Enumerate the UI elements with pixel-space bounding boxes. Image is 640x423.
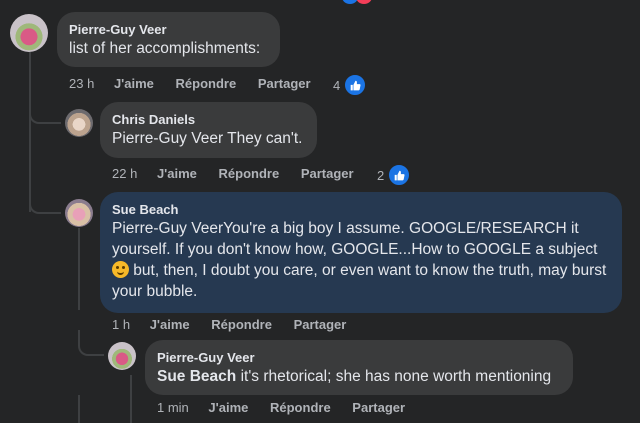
comment-author[interactable]: Pierre-Guy Veer	[157, 350, 561, 365]
comment-text: Pierre-Guy Veer They can't.	[112, 130, 303, 147]
previous-reaction-partial	[342, 0, 382, 4]
reaction-summary[interactable]: 2	[377, 163, 412, 187]
reply-button[interactable]: Répondre	[219, 166, 280, 181]
comment-timestamp[interactable]: 1 min	[157, 400, 189, 415]
thread-line-tail-2	[130, 375, 132, 423]
reply-actions: 1 h J'aime Répondre Partager	[112, 317, 364, 332]
like-button[interactable]: J'aime	[150, 317, 190, 332]
thread-elbow-2	[29, 190, 61, 214]
share-button[interactable]: Partager	[258, 76, 311, 91]
comment-author[interactable]: Chris Daniels	[112, 112, 305, 127]
reply-actions: 22 h J'aime Répondre Partager	[112, 166, 372, 181]
comment-actions: 23 h J'aime Répondre Partager	[69, 76, 329, 91]
mention-link[interactable]: Sue Beach	[157, 368, 236, 385]
share-button[interactable]: Partager	[301, 166, 354, 181]
avatar[interactable]	[108, 342, 136, 370]
reply-button[interactable]: Répondre	[176, 76, 237, 91]
reaction-count: 2	[377, 167, 385, 183]
reply-bubble-highlighted: Sue Beach Pierre-Guy VeerYou're a big bo…	[100, 192, 622, 313]
avatar[interactable]	[65, 199, 93, 227]
thread-line-main	[29, 52, 31, 212]
comment-text: Pierre-Guy VeerYou're a big boy I assume…	[112, 218, 610, 302]
comment-text-part2: but, then, I doubt you care, or even wan…	[112, 262, 607, 300]
comment-text: Sue Beach it's rhetorical; she has none …	[157, 366, 561, 387]
reply-bubble: Pierre-Guy Veer Sue Beach it's rhetorica…	[145, 340, 573, 395]
reaction-summary[interactable]: 4	[333, 73, 368, 97]
reply-bubble: Chris Daniels Pierre-Guy Veer They can't…	[100, 102, 317, 158]
comment-timestamp[interactable]: 23 h	[69, 76, 94, 91]
reply-button[interactable]: Répondre	[270, 400, 331, 415]
comment-author[interactable]: Sue Beach	[112, 202, 610, 217]
comment-author[interactable]: Pierre-Guy Veer	[69, 22, 268, 37]
comment-bubble: Pierre-Guy Veer list of her accomplishme…	[57, 12, 280, 67]
comment-text-body: it's rhetorical; she has none worth ment…	[236, 368, 552, 385]
like-button[interactable]: J'aime	[157, 166, 197, 181]
like-thumb-icon	[387, 163, 412, 187]
comment-timestamp[interactable]: 1 h	[112, 317, 130, 332]
like-button[interactable]: J'aime	[114, 76, 154, 91]
share-button[interactable]: Partager	[352, 400, 405, 415]
share-button[interactable]: Partager	[294, 317, 347, 332]
like-thumb-icon	[343, 73, 368, 97]
comment-timestamp[interactable]: 22 h	[112, 166, 137, 181]
like-button[interactable]: J'aime	[208, 400, 248, 415]
thread-line-tail	[78, 395, 80, 423]
reply-actions: 1 min J'aime Répondre Partager	[157, 400, 423, 415]
avatar[interactable]	[65, 109, 93, 137]
comment-text-part1: Pierre-Guy VeerYou're a big boy I assume…	[112, 220, 598, 258]
comment-text: list of her accomplishments:	[69, 40, 261, 57]
thread-elbow-1	[29, 100, 61, 124]
thread-line-sub	[78, 228, 80, 310]
reaction-count: 4	[333, 77, 341, 93]
reply-button[interactable]: Répondre	[211, 317, 272, 332]
thread-elbow-3	[78, 330, 104, 356]
avatar[interactable]	[10, 14, 48, 52]
smirk-emoji-icon	[112, 261, 129, 278]
